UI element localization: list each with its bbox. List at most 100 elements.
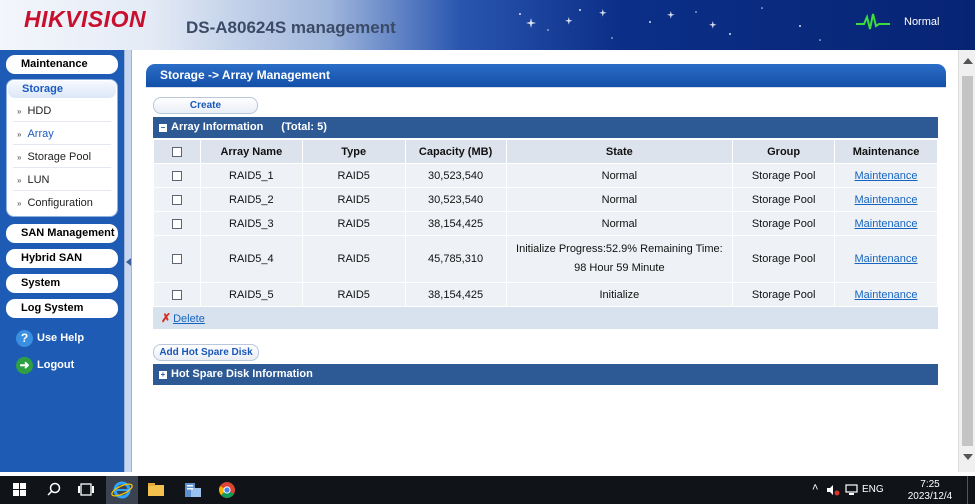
delete-label: Delete — [173, 313, 205, 325]
array-name: RAID5_3 — [199, 211, 303, 236]
sidebar-item-configuration[interactable]: » Configuration — [13, 192, 111, 214]
table-header-row: Array Name Type Capacity (MB) State Grou… — [153, 139, 938, 164]
array-state: Normal — [505, 211, 734, 236]
maintenance-link[interactable]: Maintenance — [855, 170, 918, 182]
maintenance-link[interactable]: Maintenance — [855, 194, 918, 206]
title-divider — [146, 87, 946, 88]
row-checkbox[interactable] — [171, 170, 182, 181]
column-header: Array Name — [199, 139, 303, 164]
brand-logo: HIKVISION — [24, 6, 147, 32]
array-state: Initialize — [505, 282, 734, 307]
product-title: DS-A80624S management — [186, 18, 396, 37]
array-name: RAID5_4 — [199, 235, 303, 283]
input-language[interactable]: ENG — [862, 484, 884, 495]
tray-chevron-up-icon[interactable]: ˄ — [812, 482, 818, 494]
table-row: RAID5_5 RAID5 38,154,425 Initialize Stor… — [153, 282, 938, 307]
sidebar-item-hdd[interactable]: » HDD — [13, 100, 111, 122]
select-all-checkbox[interactable] — [171, 146, 182, 157]
array-group: Storage Pool — [732, 235, 836, 283]
scroll-up-arrow-icon[interactable] — [963, 58, 973, 64]
double-chevron-icon: » — [17, 199, 22, 208]
array-capacity: 38,154,425 — [404, 211, 507, 236]
hot-spare-disk-header[interactable]: + Hot Spare Disk Information — [153, 364, 938, 385]
array-name: RAID5_5 — [199, 282, 303, 307]
init-progress-text: Initialize Progress:52.9% Remaining Time… — [516, 243, 723, 255]
select-all-cell — [153, 139, 201, 164]
scroll-down-arrow-icon[interactable] — [963, 454, 973, 460]
table-row: RAID5_3 RAID5 38,154,425 Normal Storage … — [153, 211, 938, 236]
chrome-icon[interactable] — [213, 480, 241, 500]
column-header: State — [505, 139, 734, 164]
maintenance-cell: Maintenance — [834, 211, 938, 236]
sidebar-item-storage-pool[interactable]: » Storage Pool — [13, 146, 111, 168]
remaining-time-text: 98 Hour 59 Minute — [574, 262, 665, 274]
nav-maintenance[interactable]: Maintenance — [6, 55, 118, 74]
volume-muted-icon[interactable] — [826, 484, 840, 496]
row-checkbox[interactable] — [171, 289, 182, 300]
task-view-icon[interactable] — [72, 480, 100, 500]
hot-spare-section-title: Hot Spare Disk Information — [171, 368, 313, 380]
array-capacity: 30,523,540 — [404, 163, 507, 188]
network-icon[interactable] — [845, 484, 858, 496]
sidebar-item-label: Configuration — [27, 197, 93, 209]
array-information-header[interactable]: − Array Information (Total: 5) — [153, 117, 938, 138]
array-capacity: 38,154,425 — [404, 282, 507, 307]
sidebar-item-label: LUN — [27, 174, 50, 186]
maintenance-link[interactable]: Maintenance — [855, 289, 918, 301]
taskbar-clock[interactable]: 7:25 2023/12/4 — [895, 479, 965, 503]
use-help-link[interactable]: ? Use Help — [16, 329, 84, 349]
logout-link[interactable]: ➜ Logout — [16, 356, 74, 376]
server-manager-icon[interactable] — [178, 480, 206, 500]
column-header: Type — [301, 139, 406, 164]
array-state: Normal — [505, 187, 734, 212]
row-checkbox[interactable] — [171, 194, 182, 205]
maintenance-link[interactable]: Maintenance — [855, 218, 918, 230]
array-table: Array Name Type Capacity (MB) State Grou… — [153, 139, 938, 307]
vertical-scrollbar[interactable] — [958, 50, 975, 472]
sidebar-item-lun[interactable]: » LUN — [13, 169, 111, 191]
delete-button[interactable]: ✗ Delete — [161, 311, 205, 325]
windows-start-icon[interactable] — [6, 480, 34, 500]
help-icon: ? — [16, 329, 33, 347]
array-group: Storage Pool — [732, 187, 836, 212]
nav-system[interactable]: System — [6, 274, 118, 293]
sidebar-item-array[interactable]: » Array — [13, 123, 111, 145]
maintenance-cell: Maintenance — [834, 187, 938, 212]
windows-taskbar: ˄ ENG 7:25 2023/12/4 — [0, 476, 975, 504]
expand-plus-icon[interactable]: + — [159, 371, 167, 379]
search-icon[interactable] — [40, 480, 68, 500]
logout-icon: ➜ — [16, 356, 33, 374]
header-stars-decoration — [519, 7, 821, 41]
array-name: RAID5_2 — [199, 187, 303, 212]
nav-storage[interactable]: Storage — [8, 81, 116, 98]
sidebar: Maintenance Storage » HDD » Array » Storage… — [0, 50, 124, 472]
array-group: Storage Pool — [732, 211, 836, 236]
delete-x-icon: ✗ — [161, 311, 172, 325]
show-desktop-divider[interactable] — [967, 476, 968, 504]
main-content: Storage -> Array Management Create − Arra… — [132, 50, 958, 472]
use-help-label: Use Help — [37, 332, 85, 344]
create-button[interactable]: Create — [153, 97, 258, 114]
row-checkbox[interactable] — [171, 253, 182, 264]
column-header: Group — [732, 139, 836, 164]
sidebar-collapse-splitter[interactable] — [124, 50, 132, 472]
nav-log-system[interactable]: Log System — [6, 299, 118, 318]
nav-hybrid-san[interactable]: Hybrid SAN — [6, 249, 118, 268]
array-name: RAID5_1 — [199, 163, 303, 188]
internet-explorer-icon[interactable] — [108, 480, 136, 500]
table-row: RAID5_2 RAID5 30,523,540 Normal Storage … — [153, 187, 938, 212]
double-chevron-icon: » — [17, 176, 22, 185]
maintenance-link[interactable]: Maintenance — [855, 253, 918, 265]
scrollbar-thumb[interactable] — [962, 76, 973, 446]
heartbeat-icon — [856, 13, 890, 30]
table-actions-bar: ✗ Delete — [153, 307, 938, 329]
array-total-count: (Total: 5) — [281, 121, 327, 133]
file-explorer-icon[interactable] — [142, 480, 170, 500]
row-checkbox[interactable] — [171, 218, 182, 229]
system-status: Normal — [856, 12, 966, 32]
add-hot-spare-disk-button[interactable]: Add Hot Spare Disk — [153, 344, 259, 361]
collapse-minus-icon[interactable]: − — [159, 124, 167, 132]
app-header: HIKVISION DS-A80624S management Normal — [0, 0, 975, 50]
nav-san-management[interactable]: SAN Management — [6, 224, 118, 243]
storage-panel: Storage » HDD » Array » Storage Pool » LUN »… — [6, 79, 118, 217]
